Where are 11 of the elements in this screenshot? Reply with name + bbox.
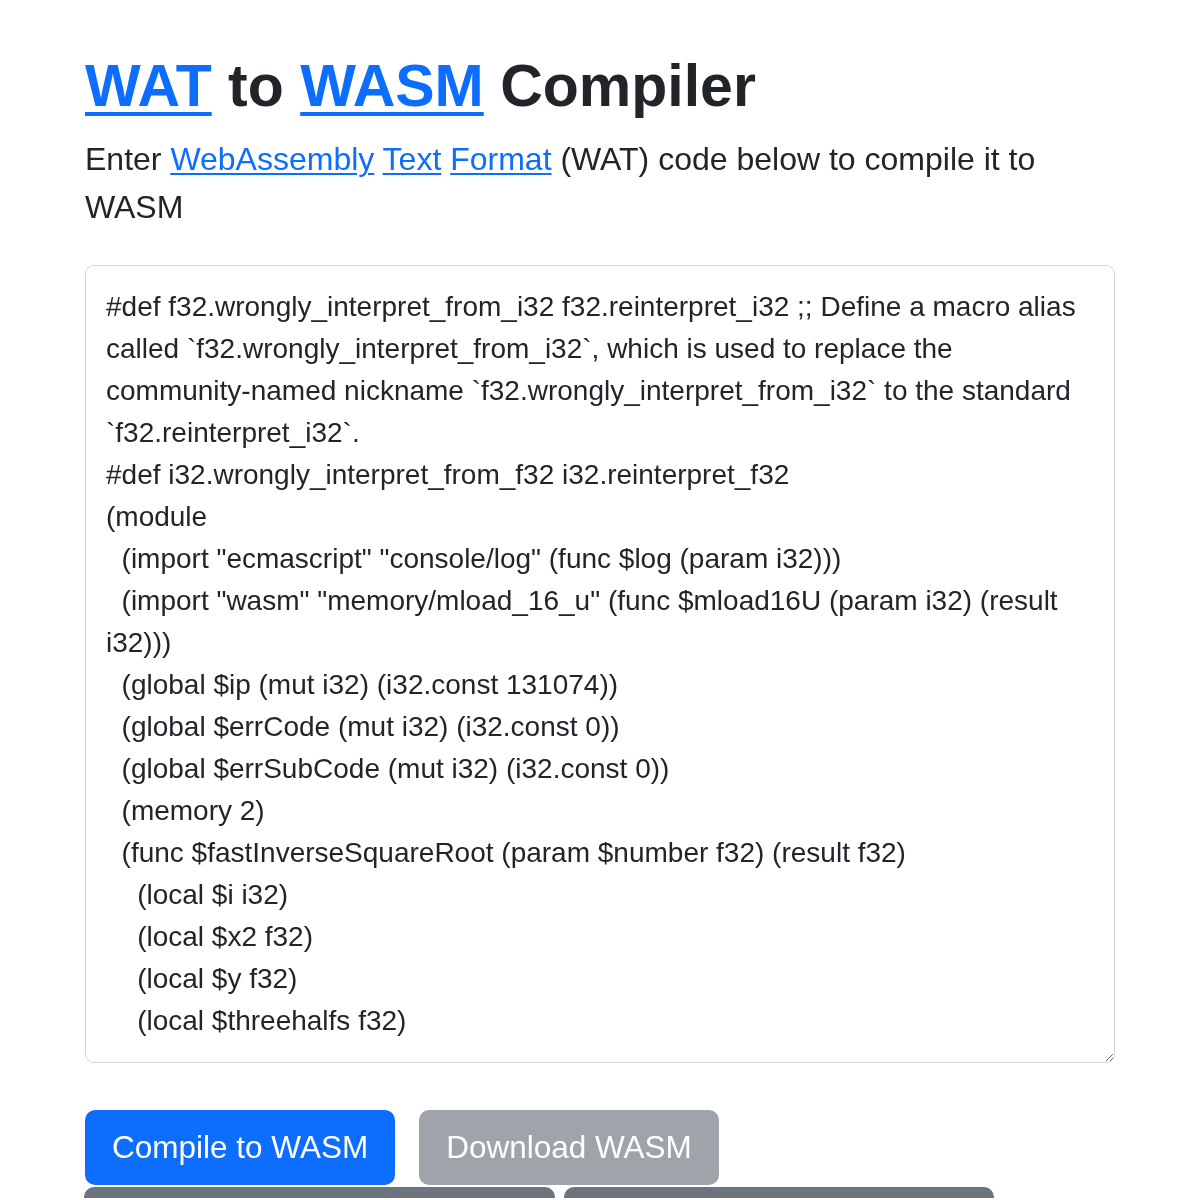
action-button[interactable] (84, 1187, 555, 1198)
doc-link[interactable]: Format (450, 141, 552, 177)
doc-link[interactable]: Text (382, 141, 442, 177)
title-link[interactable]: WASM (300, 53, 484, 119)
intro-text: Enter WebAssembly Text Format (WAT) code below to compile it to WASM (85, 140, 1037, 227)
title-link[interactable]: WAT (85, 53, 212, 119)
page-title: WAT to WASM Compiler (85, 52, 757, 121)
action-button[interactable] (564, 1187, 994, 1198)
compile-button[interactable]: Compile to WASM (85, 1110, 396, 1185)
code-editor[interactable]: #def f32.wrongly_interpret_from_i32 f32.reinterpret_i32 ;; Define a macro alias called `f32.wrongly_interpret_from_i32`, which is used to replace the community-named nickname `f32.wrongly_interpret_from_i32` to the standard `f32.reinterpret_i32`. #def i32.wrongly_interpret_from_f32 i32.reinterpret_f32 (module (import "ecmascript" "console/log" (func $log (param i32))) (import "wasm" "memory/mload_16_u" (func $mload16U (param i32) (result i32))) (global $ip (mut i32) (i32.const 131074)) (global $errCode (mut i32) (i32.const 0)) (global $errSubCode (mut i32) (i32.const 0)) (memory 2) (func $fastInverseSquareRoot (param $number f32) (result f32) (local $i i32) (local $x2 f32) (local $y f32) (local $threehalfs f32) (85, 265, 1115, 1063)
doc-link[interactable]: WebAssembly (170, 141, 375, 177)
